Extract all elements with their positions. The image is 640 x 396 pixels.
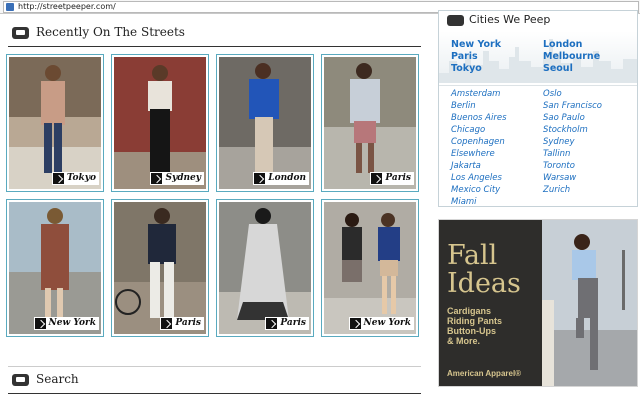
street-photo[interactable] (324, 202, 416, 334)
street-photo-card[interactable]: Paris (216, 199, 314, 337)
camera-icon (34, 318, 46, 329)
camera-icon (12, 374, 29, 386)
city-link[interactable]: Jakarta (451, 161, 481, 173)
recent-section-title: Recently On The Streets (36, 25, 185, 39)
city-label: Sydney (150, 172, 204, 185)
street-photo-card[interactable]: London (216, 54, 314, 192)
city-label: New York (33, 317, 99, 330)
camera-icon (371, 173, 383, 184)
street-photo-card[interactable]: New York (6, 199, 104, 337)
cities-header: Cities We Peep (439, 11, 637, 31)
city-link[interactable]: Los Angeles (451, 173, 502, 185)
camera-icon (161, 318, 173, 329)
camera-icon (151, 173, 163, 184)
street-photo[interactable] (114, 202, 206, 334)
street-photo[interactable] (9, 202, 101, 334)
city-link[interactable]: Sao Paulo (543, 113, 585, 125)
city-label: Tokyo (51, 172, 99, 185)
search-section-title: Search (36, 372, 79, 386)
city-link[interactable]: Stockholm (543, 125, 588, 137)
city-link-london[interactable]: London (543, 39, 582, 50)
camera-icon (447, 15, 464, 26)
search-section-header: Search (8, 366, 421, 394)
camera-icon (266, 318, 278, 329)
city-link[interactable]: Chicago (451, 125, 485, 137)
camera-icon (349, 318, 361, 329)
url-text: http://streetpeeper.com/ (18, 2, 116, 11)
camera-icon (12, 27, 29, 39)
advertisement-banner[interactable]: Fall Ideas Cardigans Riding Pants Button… (438, 219, 638, 387)
city-link[interactable]: Buenos Aires (451, 113, 507, 125)
street-photo-card[interactable]: New York (321, 199, 419, 337)
street-photo[interactable] (324, 57, 416, 189)
city-label: Paris (370, 172, 414, 185)
camera-icon (254, 173, 266, 184)
city-link-seoul[interactable]: Seoul (543, 63, 573, 74)
city-link[interactable]: Copenhagen (451, 137, 505, 149)
city-link-melbourne[interactable]: Melbourne (543, 51, 600, 62)
street-photo-card[interactable]: Paris (111, 199, 209, 337)
favicon-icon (6, 3, 14, 11)
city-link[interactable]: Miami (451, 197, 477, 209)
city-link[interactable]: San Francisco (543, 101, 602, 113)
city-link-tokyo[interactable]: Tokyo (451, 63, 482, 74)
city-link[interactable]: Mexico City (451, 185, 500, 197)
street-photo[interactable] (114, 57, 206, 189)
city-label: Paris (265, 317, 309, 330)
street-photo-card[interactable]: Paris (321, 54, 419, 192)
ad-brand: American Apparel® (447, 369, 522, 378)
ad-photo (542, 220, 637, 386)
ad-title: Fall Ideas (447, 240, 521, 299)
city-link[interactable]: Elsewhere (451, 149, 495, 161)
street-photo[interactable] (9, 57, 101, 189)
city-label: London (253, 172, 309, 185)
city-link[interactable]: Berlin (451, 101, 476, 113)
street-photo[interactable] (219, 57, 311, 189)
street-photo-card[interactable]: Tokyo (6, 54, 104, 192)
city-link[interactable]: Amsterdam (451, 89, 500, 101)
street-photo-card[interactable]: Sydney (111, 54, 209, 192)
ad-items: Cardigans Riding Pants Button-Ups & More… (447, 306, 503, 346)
city-link[interactable]: Toronto (543, 161, 575, 173)
city-link[interactable]: Sydney (543, 137, 574, 149)
cities-panel: Cities We Peep New York London Paris Mel… (438, 10, 638, 207)
divider (439, 85, 637, 86)
city-link[interactable]: Tallinn (543, 149, 570, 161)
city-label: Paris (160, 317, 204, 330)
city-label: New York (348, 317, 414, 330)
camera-icon (52, 173, 64, 184)
recent-section-header: Recently On The Streets (8, 20, 421, 47)
city-link[interactable]: Zurich (543, 185, 570, 197)
city-link-paris[interactable]: Paris (451, 51, 478, 62)
city-link-new-york[interactable]: New York (451, 39, 501, 50)
city-link[interactable]: Oslo (543, 89, 562, 101)
city-link[interactable]: Warsaw (543, 173, 576, 185)
cities-title: Cities We Peep (469, 13, 551, 26)
street-photo[interactable] (219, 202, 311, 334)
